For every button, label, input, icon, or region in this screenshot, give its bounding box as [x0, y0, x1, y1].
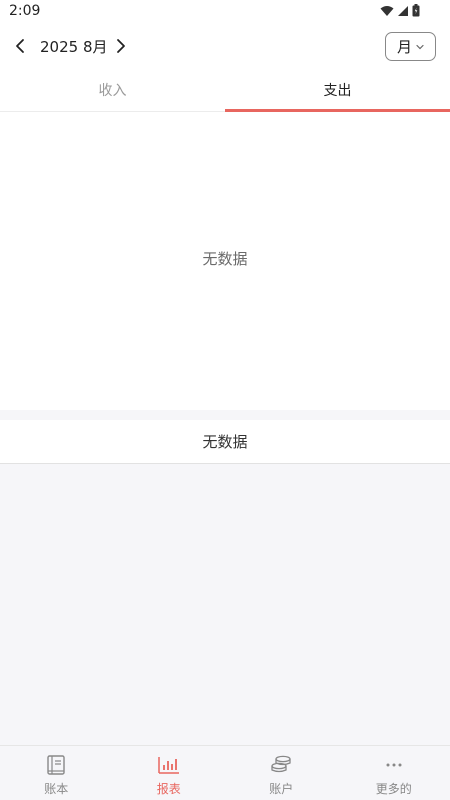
signal-icon — [398, 5, 408, 16]
bottom-navigation: 账本 报表 账户 更多的 — [0, 745, 450, 800]
next-period-button[interactable] — [109, 32, 133, 60]
chevron-left-icon — [16, 39, 24, 53]
period-label: 2025 8月 — [40, 38, 108, 56]
book-icon — [45, 754, 67, 776]
nav-item-label: 报表 — [156, 782, 181, 796]
battery-icon — [412, 4, 420, 17]
chevron-right-icon — [117, 39, 125, 53]
nav-item-accounts[interactable]: 账户 — [225, 746, 338, 800]
nav-item-more[interactable]: 更多的 — [338, 746, 450, 800]
tab-income[interactable]: 收入 — [0, 68, 225, 111]
period-granularity-value: 月 — [396, 38, 412, 56]
period-header: 2025 8月 月 — [0, 24, 450, 68]
chart-area: 无数据 — [0, 112, 450, 410]
more-dots-icon — [383, 754, 405, 776]
tab-expense[interactable]: 支出 — [225, 68, 450, 112]
nav-item-reports[interactable]: 报表 — [113, 746, 226, 800]
nav-item-label: 更多的 — [375, 782, 412, 796]
category-list: 无数据 — [0, 420, 450, 464]
status-time: 2:09 — [9, 3, 41, 19]
chevron-down-icon — [416, 44, 424, 49]
chart-empty-message: 无数据 — [202, 250, 248, 268]
income-expense-tabs: 收入 支出 — [0, 68, 450, 112]
nav-item-label: 账户 — [269, 782, 294, 796]
bar-chart-icon — [158, 754, 180, 776]
period-granularity-dropdown[interactable]: 月 — [385, 32, 436, 61]
nav-item-label: 账本 — [44, 782, 69, 796]
coins-icon — [270, 754, 292, 776]
list-empty-message: 无数据 — [202, 433, 248, 451]
status-icons — [380, 4, 420, 17]
previous-period-button[interactable] — [8, 32, 32, 60]
nav-item-ledger[interactable]: 账本 — [0, 746, 113, 800]
status-bar: 2:09 — [0, 0, 450, 24]
wifi-icon — [380, 5, 394, 16]
